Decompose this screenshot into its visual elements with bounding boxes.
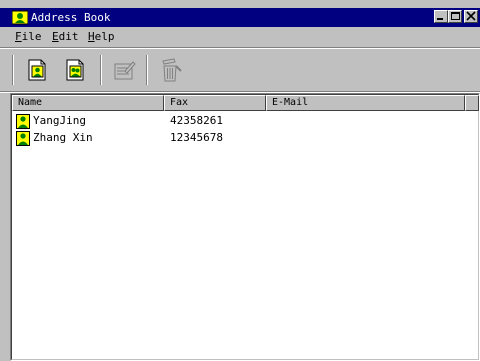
- edit-icon: [114, 61, 136, 80]
- contact-name: YangJing: [33, 114, 86, 127]
- menu-help-mnemonic: H: [88, 30, 95, 43]
- column-header-email[interactable]: E-Mail: [266, 95, 465, 111]
- menu-bar: File Edit Help: [0, 28, 480, 46]
- contact-row[interactable]: Zhang Xin 12345678: [12, 130, 478, 146]
- toolbar: [0, 49, 480, 91]
- column-header-name[interactable]: Name: [12, 95, 164, 111]
- contact-icon: [16, 114, 30, 129]
- minimize-button[interactable]: [434, 10, 448, 23]
- menu-file-label: ile: [21, 30, 42, 43]
- contact-row[interactable]: YangJing 42358261: [12, 113, 478, 129]
- person-card-icon: [28, 59, 46, 81]
- menu-edit[interactable]: Edit: [52, 30, 79, 43]
- contact-fax: 12345678: [170, 131, 223, 144]
- edit-button[interactable]: [111, 57, 137, 83]
- close-button[interactable]: [464, 10, 478, 23]
- title-bar[interactable]: Address Book: [0, 8, 480, 27]
- toolbar-grip: [12, 55, 14, 85]
- delete-button[interactable]: [157, 57, 183, 83]
- menu-file[interactable]: File: [15, 30, 42, 43]
- contact-name: Zhang Xin: [33, 131, 93, 144]
- address-book-window: Address Book File Edit Help Name Fax E-M…: [0, 0, 480, 361]
- contacts-list-view[interactable]: Name Fax E-Mail YangJing 42358261 Zhang …: [10, 93, 480, 361]
- menu-edit-mnemonic: E: [52, 30, 59, 43]
- column-header-filler: [465, 95, 479, 111]
- address-book-app-icon[interactable]: [11, 10, 29, 25]
- window-title: Address Book: [31, 11, 111, 24]
- trash-icon: [162, 58, 182, 82]
- menu-edit-label: dit: [58, 30, 79, 43]
- maximize-button[interactable]: [448, 10, 462, 23]
- toolbar-separator-1: [100, 55, 102, 85]
- toolbar-separator-2: [146, 55, 148, 85]
- menu-help-label: elp: [94, 30, 115, 43]
- contact-fax: 42358261: [170, 114, 223, 127]
- contacts-list-body: Name Fax E-Mail YangJing 42358261 Zhang …: [11, 94, 479, 360]
- new-contact-button[interactable]: [24, 57, 50, 83]
- contact-icon: [16, 131, 30, 146]
- column-header-fax[interactable]: Fax: [164, 95, 266, 111]
- group-card-icon: [66, 59, 84, 81]
- menu-help[interactable]: Help: [88, 30, 115, 43]
- menu-file-mnemonic: F: [15, 30, 22, 43]
- new-group-button[interactable]: [62, 57, 88, 83]
